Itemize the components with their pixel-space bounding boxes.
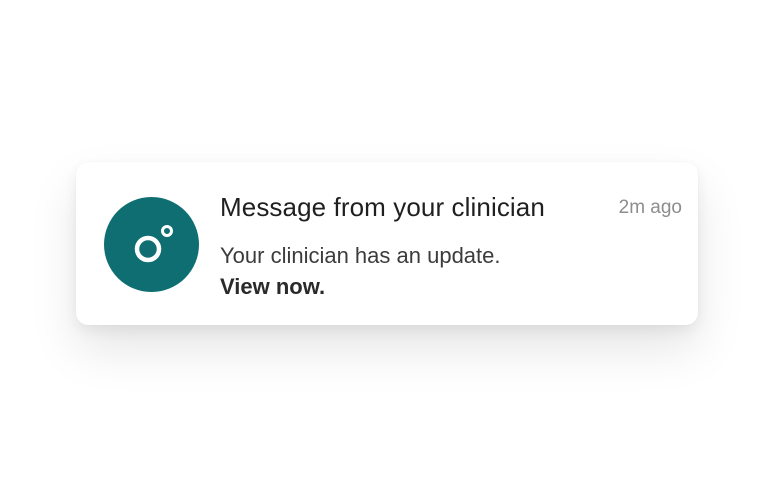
notification-stage: Message from your clinician 2m ago Your …: [0, 0, 775, 490]
notification-body: Your clinician has an update. View now.: [220, 240, 501, 302]
notification-message: Your clinician has an update.: [220, 243, 501, 268]
view-now-link[interactable]: View now.: [220, 271, 501, 302]
app-logo-glyph: [134, 225, 173, 263]
app-logo-icon: [104, 197, 199, 292]
notification-timestamp: 2m ago: [618, 197, 682, 218]
notification-card[interactable]: Message from your clinician 2m ago Your …: [76, 162, 698, 325]
notification-title: Message from your clinician: [220, 192, 545, 222]
